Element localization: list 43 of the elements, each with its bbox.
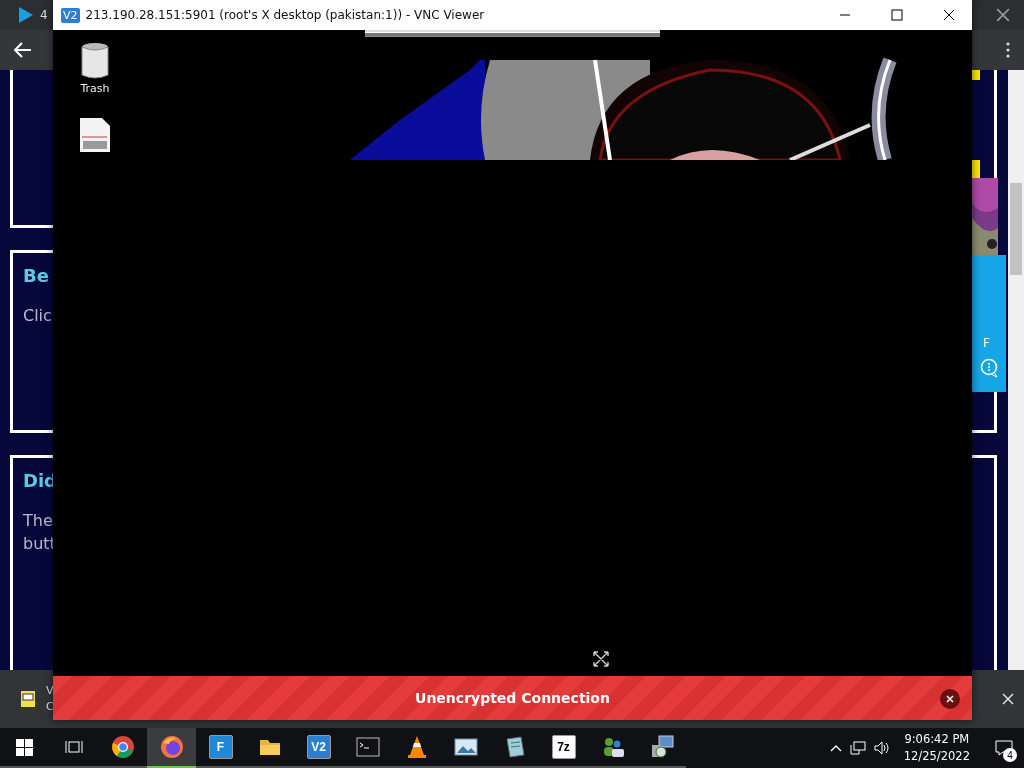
network-computer-icon (649, 735, 674, 759)
disc-image-file-icon (20, 690, 36, 708)
fox-globe-icon (159, 735, 184, 759)
chat-bubble-icon (980, 358, 998, 378)
start-icon (16, 738, 33, 756)
tab-title[interactable]: 4 (40, 8, 48, 22)
play-logo-icon (18, 6, 34, 24)
round-app-icon (110, 735, 135, 759)
close-icon (996, 8, 1010, 22)
back-arrow-icon[interactable] (14, 42, 32, 58)
app-tile: V2 (306, 735, 331, 759)
maximize-icon (891, 9, 903, 21)
clock[interactable]: 9:06:42 PM 12/25/2022 (897, 731, 976, 765)
card-title: Be (23, 265, 50, 286)
card-text: Clic (23, 305, 53, 327)
app-logo: V2 (61, 7, 80, 23)
accent-strip (972, 160, 980, 178)
accent-strip (972, 70, 980, 80)
taskbar-button[interactable]: V2 (294, 728, 343, 768)
window-title: 213.190.28.151:5901 (root's X desktop (pakistan:1)) - VNC Viewer (85, 8, 486, 22)
scrollbar[interactable] (1008, 70, 1024, 670)
network-icon[interactable] (849, 741, 866, 755)
banner-text: Unencrypted Connection (415, 690, 610, 706)
notification-button[interactable]: 4 (984, 728, 1024, 768)
image-viewer-icon (453, 735, 478, 759)
app-tile: 7z (551, 735, 576, 759)
taskbar-button[interactable]: 7z (539, 728, 588, 768)
trash-can-icon[interactable] (80, 42, 110, 80)
app-tile: F (208, 735, 233, 759)
more-menu-icon[interactable] (1006, 42, 1010, 58)
task-view-icon (64, 739, 83, 755)
taskbar-button[interactable]: F (196, 728, 245, 768)
document-icon[interactable] (79, 117, 111, 153)
volume-icon[interactable] (873, 741, 890, 755)
close-button[interactable] (940, 689, 960, 709)
move-cursor-icon (592, 650, 610, 668)
close-icon (1002, 693, 1014, 705)
close-icon (946, 695, 954, 703)
terminal-icon (355, 735, 380, 759)
download-item[interactable]: V C (46, 683, 54, 715)
chevron-up-icon[interactable] (829, 744, 842, 752)
icon-label[interactable]: Trash (80, 82, 110, 95)
close-icon (943, 9, 955, 21)
